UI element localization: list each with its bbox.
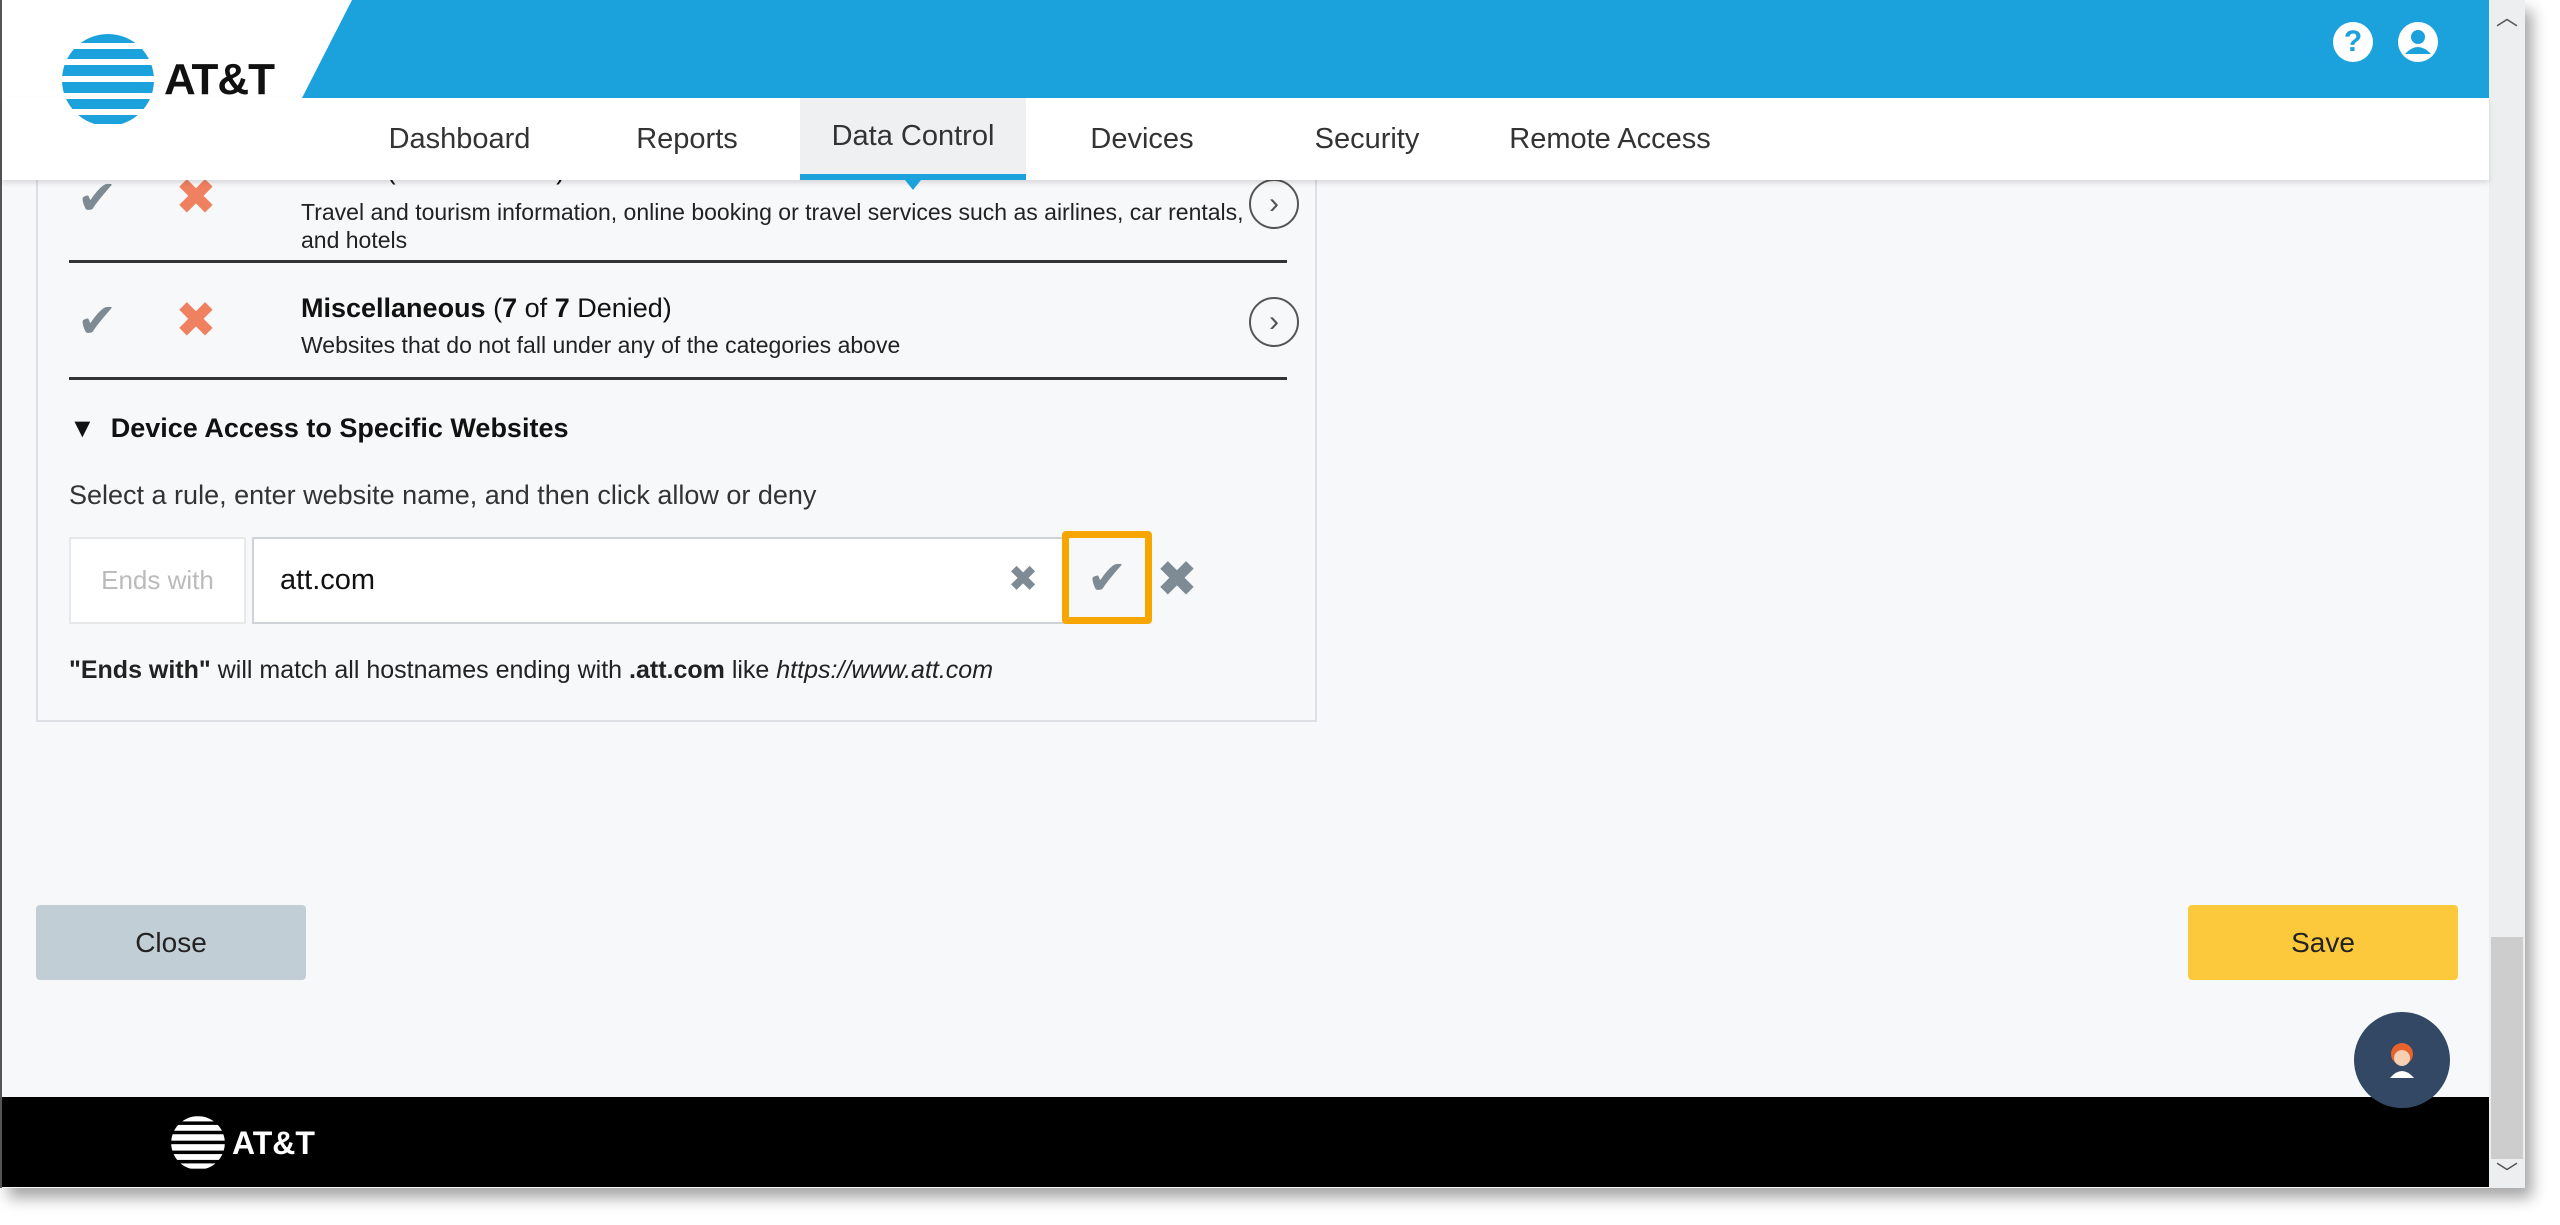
footer: AT&T [2, 1097, 2489, 1187]
save-button[interactable]: Save [2188, 905, 2458, 980]
website-access-toggle[interactable]: ▼ Device Access to Specific Websites [69, 413, 568, 444]
scroll-down-icon[interactable]: ﹀ [2489, 1156, 2525, 1188]
assistant-avatar-icon [2390, 1043, 2414, 1078]
globe-icon [171, 1116, 225, 1169]
rule-note: "Ends with" will match all hostnames end… [69, 656, 994, 684]
vertical-scrollbar[interactable]: ︿ ﹀ [2489, 0, 2525, 1188]
website-input[interactable]: att.com [252, 537, 1065, 624]
clear-input-icon[interactable]: ✖ [1008, 558, 1038, 600]
brand-name: AT&T [164, 55, 275, 104]
category-name: Miscellaneous [301, 293, 486, 323]
scrollbar-thumb[interactable] [2491, 937, 2523, 1159]
scroll-up-icon[interactable]: ︿ [2489, 0, 2525, 32]
category-description: Websites that do not fall under any of t… [301, 332, 901, 358]
footer-logo[interactable]: AT&T [170, 1115, 315, 1171]
caret-down-icon: ▼ [69, 413, 96, 443]
rule-select[interactable]: Ends with [69, 537, 246, 624]
deny-x-icon[interactable]: ✖ [175, 291, 217, 349]
app-window: AT&T ? Dashboard Reports Data Control De… [0, 0, 2525, 1188]
allow-website-button[interactable]: ✔ [1062, 531, 1152, 624]
category-description: Travel and tourism information, online b… [301, 199, 1244, 253]
tab-security[interactable]: Security [1287, 98, 1447, 180]
globe-icon [62, 34, 154, 124]
chat-assistant-button[interactable] [2354, 1012, 2450, 1108]
chevron-right-icon[interactable]: › [1249, 179, 1299, 229]
deny-website-button[interactable]: ✖ [1156, 550, 1198, 608]
tab-devices[interactable]: Devices [1062, 98, 1222, 180]
chevron-right-icon[interactable]: › [1249, 297, 1299, 347]
question-circle-icon[interactable]: ? [2333, 22, 2373, 62]
content-panel: ✔ ✖ Travel (7 of 7 Denied) Travel and to… [36, 150, 1317, 722]
top-bar [2, 0, 2489, 98]
close-button[interactable]: Close [36, 905, 306, 980]
att-logo[interactable]: AT&T [60, 32, 275, 128]
tab-data-control[interactable]: Data Control [800, 98, 1026, 190]
tab-remote-access[interactable]: Remote Access [1492, 98, 1728, 180]
tab-reports[interactable]: Reports [612, 98, 762, 180]
instruction-text: Select a rule, enter website name, and t… [69, 480, 817, 510]
main-nav: Dashboard Reports Data Control Devices S… [2, 98, 2489, 190]
user-circle-icon[interactable] [2398, 22, 2438, 62]
category-row-miscellaneous: ✔ ✖ Miscellaneous (7 of 7 Denied) Websit… [69, 263, 1299, 380]
section-heading: Device Access to Specific Websites [110, 413, 569, 443]
check-icon: ✔ [1086, 551, 1128, 605]
tab-dashboard[interactable]: Dashboard [372, 98, 547, 180]
allow-check-icon[interactable]: ✔ [77, 293, 117, 349]
